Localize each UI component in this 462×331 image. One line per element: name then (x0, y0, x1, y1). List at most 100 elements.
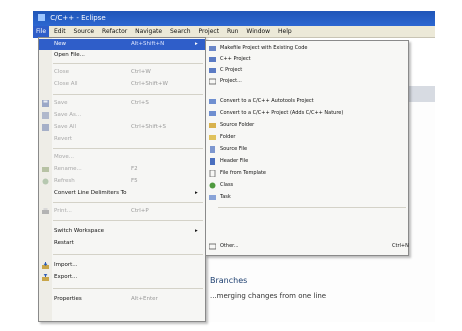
new-menu-item-other[interactable]: Other... Ctrl+N (206, 242, 409, 251)
menu-item-label: C++ Project (220, 56, 251, 62)
file-menu-item-new[interactable]: New Alt+Shift+N ▸ (39, 39, 205, 50)
menu-item-label: Revert (54, 136, 73, 142)
new-menu-item-class[interactable]: Class (206, 181, 408, 190)
new-menu-item-cpp-project[interactable]: C++ Project (206, 55, 408, 64)
new-menu-item-folder[interactable]: Folder (206, 133, 408, 142)
menu-item-shortcut: Ctrl+Shift+S (131, 124, 166, 130)
file-menu-item-restart[interactable]: Restart (39, 238, 205, 249)
file-menu-item-move[interactable]: Move... (39, 152, 205, 163)
menu-item-label: Save All (54, 124, 77, 130)
new-menu-item-makefile-project[interactable]: Makefile Project with Existing Code (206, 44, 408, 53)
menu-item-shortcut: Ctrl+W (131, 69, 151, 75)
file-menu-item-properties[interactable]: Properties Alt+Enter (39, 294, 205, 305)
new-menu-item-task[interactable]: Task (206, 193, 408, 202)
file-menu-item-switch-workspace[interactable]: Switch Workspace ▸ (39, 226, 205, 237)
cpp-project-icon (209, 57, 216, 62)
menu-item-label: Switch Workspace (54, 228, 104, 234)
c-project-icon (209, 68, 216, 73)
file-menu-item-save-as[interactable]: Save As... (39, 110, 205, 121)
new-menu-item-source-folder[interactable]: Source Folder (206, 121, 408, 130)
menu-item-shortcut: Ctrl+S (131, 100, 149, 106)
menu-item-label: Project... (220, 78, 242, 84)
menu-item-label: Import... (54, 262, 78, 268)
header-file-icon (210, 158, 215, 165)
save-all-icon (42, 124, 49, 131)
folder-icon (209, 135, 216, 140)
submenu-arrow-icon: ▸ (195, 228, 198, 234)
save-icon (42, 100, 49, 107)
menu-item-label: Rename... (54, 166, 82, 172)
menu-item-shortcut: Ctrl+N (392, 243, 409, 249)
menu-item-label: Source File (220, 146, 248, 152)
refresh-icon (42, 178, 49, 185)
save-as-icon (42, 112, 49, 119)
menu-item-label: Folder (220, 134, 236, 140)
menu-separator (53, 288, 203, 289)
menu-help[interactable]: Help (275, 26, 295, 38)
file-menu-item-open-file[interactable]: Open File... (39, 50, 205, 61)
file-menu-item-revert[interactable]: Revert (39, 134, 205, 145)
new-menu-item-convert-cpp[interactable]: Convert to a C/C++ Project (Adds C/C++ N… (206, 109, 408, 118)
menu-item-shortcut: Alt+Enter (131, 296, 158, 302)
convert-icon (209, 99, 216, 104)
file-menu-item-close[interactable]: Close Ctrl+W (39, 67, 205, 78)
file-menu-item-save-all[interactable]: Save All Ctrl+Shift+S (39, 122, 205, 133)
menu-separator (53, 254, 203, 255)
menu-item-shortcut: Alt+Shift+N (131, 41, 165, 47)
new-menu-item-convert-autotools[interactable]: Convert to a C/C++ Autotools Project (206, 97, 408, 106)
menu-item-label: File from Template (220, 170, 266, 176)
file-menu-item-convert-line-delimiters[interactable]: Convert Line Delimiters To ▸ (39, 188, 205, 199)
menu-item-shortcut: Ctrl+Shift+W (131, 81, 168, 87)
menu-item-label: C Project (220, 67, 243, 73)
file-menu-item-export[interactable]: Export... (39, 272, 205, 283)
menu-item-shortcut: F2 (131, 166, 138, 172)
menu-separator (218, 207, 406, 208)
file-template-icon (209, 170, 216, 177)
menu-run[interactable]: Run (224, 26, 242, 38)
source-folder-icon (209, 123, 216, 128)
makefile-project-icon (209, 46, 216, 51)
title-bar: C/C++ - Eclipse (33, 11, 435, 26)
menu-item-label: Convert Line Delimiters To (54, 190, 127, 196)
rename-icon (42, 167, 49, 172)
menu-item-label: Properties (54, 296, 82, 302)
menu-separator (53, 202, 203, 203)
eclipse-app-icon (38, 14, 45, 21)
file-menu: New Alt+Shift+N ▸ Open File... Close Ctr… (38, 37, 206, 322)
menu-window[interactable]: Window (243, 26, 273, 38)
menu-separator (53, 220, 203, 221)
file-menu-item-rename[interactable]: Rename... F2 (39, 164, 205, 175)
new-menu-item-header-file[interactable]: Header File (206, 157, 408, 166)
menu-item-label: Export... (54, 274, 78, 280)
print-icon (42, 208, 49, 214)
menu-item-label: Makefile Project with Existing Code (220, 45, 308, 51)
new-menu-item-file-from-template[interactable]: File from Template (206, 169, 408, 178)
file-menu-item-refresh[interactable]: Refresh F5 (39, 176, 205, 187)
new-menu-item-source-file[interactable]: Source File (206, 145, 408, 154)
file-menu-item-close-all[interactable]: Close All Ctrl+Shift+W (39, 79, 205, 90)
menu-item-label: Task (220, 194, 231, 200)
convert-icon (209, 111, 216, 116)
menu-separator (53, 148, 203, 149)
class-icon (209, 182, 216, 189)
new-menu-item-project[interactable]: Project... (206, 77, 408, 86)
new-submenu: Makefile Project with Existing Code C++ … (205, 40, 409, 256)
file-menu-item-save[interactable]: Save Ctrl+S (39, 98, 205, 109)
task-icon (209, 195, 216, 200)
menu-item-label: New (54, 41, 66, 47)
menu-item-label: Close All (54, 81, 78, 87)
menu-separator (53, 94, 203, 95)
menu-item-label: Refresh (54, 178, 75, 184)
file-menu-item-import[interactable]: Import... (39, 260, 205, 271)
menu-item-label: Convert to a C/C++ Project (Adds C/C++ N… (220, 110, 344, 116)
menu-item-shortcut: Ctrl+P (131, 208, 149, 214)
other-wizard-icon (209, 243, 216, 250)
new-menu-item-c-project[interactable]: C Project (206, 66, 408, 75)
file-menu-item-print[interactable]: Print... Ctrl+P (39, 206, 205, 217)
menu-item-label: Save As... (54, 112, 82, 118)
submenu-arrow-icon: ▸ (195, 190, 198, 196)
menu-item-label: Header File (220, 158, 249, 164)
menu-item-label: Other... (220, 243, 239, 249)
menu-item-label: Class (220, 182, 234, 188)
import-icon (42, 262, 49, 269)
